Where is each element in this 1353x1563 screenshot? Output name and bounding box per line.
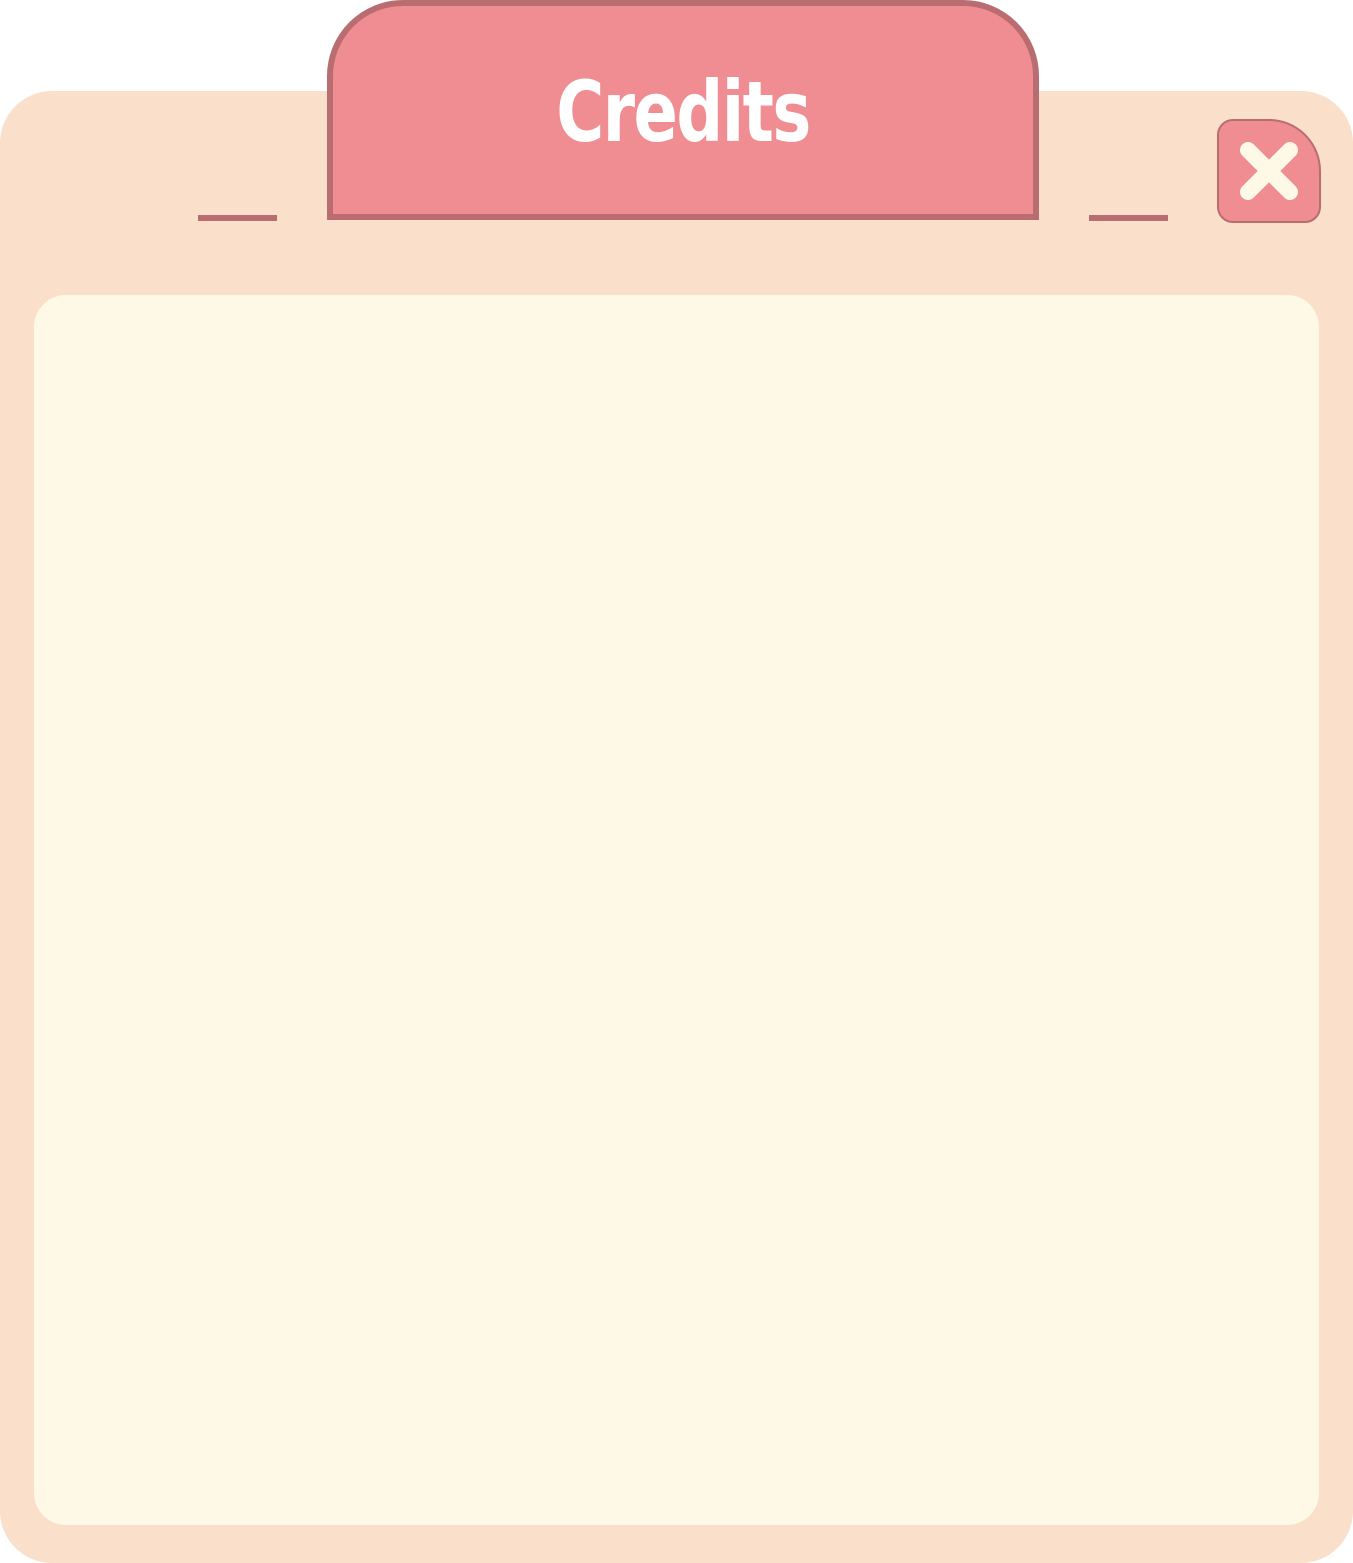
title-tab: Credits	[327, 0, 1039, 220]
close-icon	[1240, 142, 1298, 200]
dialog-title: Credits	[556, 63, 811, 161]
right-tab-dash	[1089, 215, 1168, 221]
left-tab-dash	[198, 215, 277, 221]
credits-content-area	[34, 295, 1319, 1525]
close-button[interactable]	[1217, 119, 1321, 223]
credits-dialog: Credits	[0, 0, 1353, 1563]
